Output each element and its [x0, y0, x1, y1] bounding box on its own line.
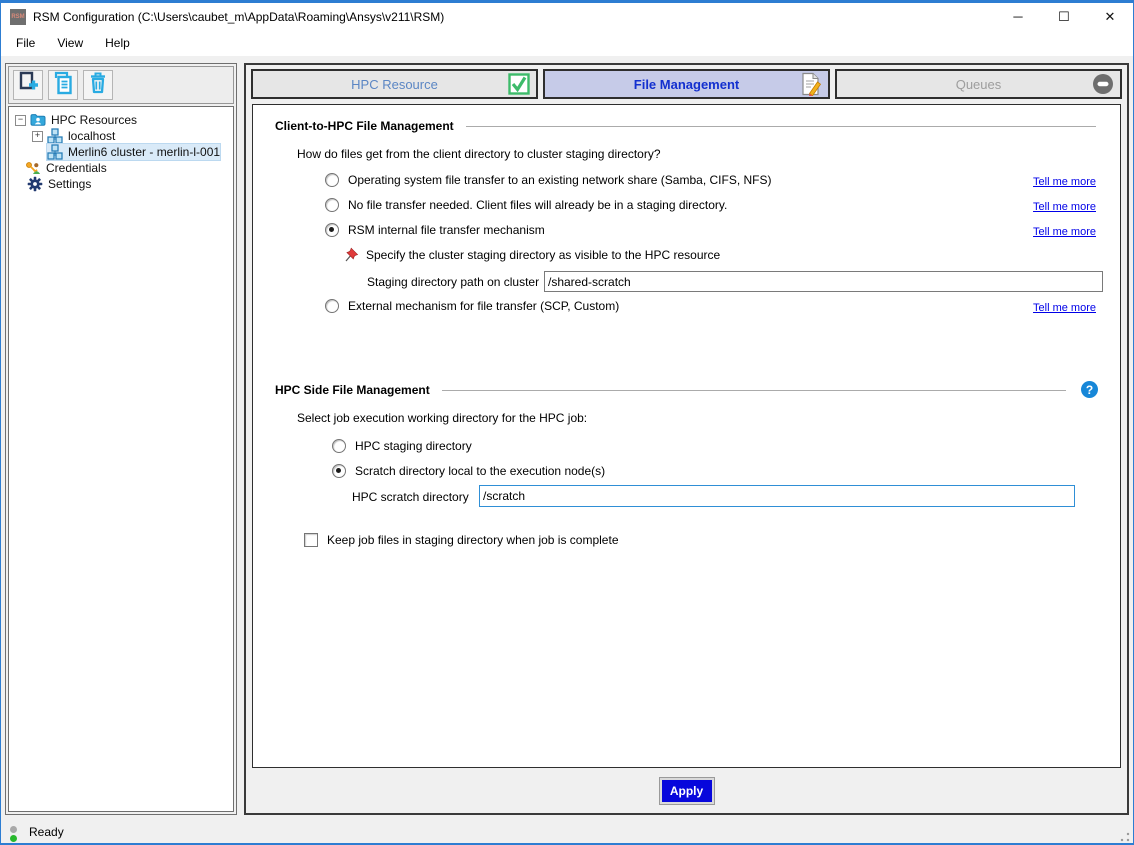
tree-item-credentials[interactable]: Credentials — [11, 160, 231, 176]
tell-me-more-link-2[interactable]: Tell me more — [1033, 201, 1096, 213]
radio-external-mechanism[interactable]: External mechanism for file transfer (SC… — [325, 299, 619, 313]
tree-item-merlin6-cluster[interactable]: Merlin6 cluster - merlin-l-001 — [11, 144, 231, 160]
menu-view[interactable]: View — [46, 32, 94, 54]
checkmark-icon — [508, 73, 530, 95]
radio-os-file-transfer[interactable]: Operating system file transfer to an exi… — [325, 173, 772, 187]
pin-note-text: Specify the cluster staging directory as… — [366, 248, 720, 262]
radio-label: Operating system file transfer to an exi… — [348, 173, 772, 187]
cluster-icon — [47, 144, 63, 160]
apply-button-frame: Apply — [659, 777, 715, 805]
tell-me-more-link-1[interactable]: Tell me more — [1033, 176, 1096, 188]
client-question: How do files get from the client directo… — [297, 147, 661, 161]
radio-label: RSM internal file transfer mechanism — [348, 223, 545, 237]
tree-toolbar — [8, 66, 234, 104]
hpc-question: Select job execution working directory f… — [297, 411, 587, 425]
collapse-expander-icon[interactable]: − — [15, 115, 26, 126]
window-controls: ─ ☐ ✕ — [995, 3, 1133, 30]
title-bar: RSM RSM Configuration (C:\Users\caubet_m… — [1, 3, 1133, 30]
copy-icon — [52, 71, 74, 100]
radio-label: External mechanism for file transfer (SC… — [348, 299, 619, 313]
scratch-directory-input[interactable] — [479, 485, 1075, 507]
tab-hpc-resource[interactable]: HPC Resource — [251, 69, 538, 99]
tab-label: File Management — [634, 77, 739, 92]
close-button[interactable]: ✕ — [1087, 3, 1133, 30]
tell-me-more-link-4[interactable]: Tell me more — [1033, 302, 1096, 314]
main-area: − HPC Resources + — [1, 59, 1133, 821]
radio-label: Scratch directory local to the execution… — [355, 464, 605, 478]
trash-icon — [87, 71, 109, 100]
status-text: Ready — [29, 825, 64, 839]
tree-item-label: Credentials — [46, 161, 107, 175]
tree-item-label: HPC Resources — [51, 113, 137, 127]
app-icon: RSM — [10, 9, 26, 25]
tree-item-label: Merlin6 cluster - merlin-l-001 — [68, 145, 220, 159]
menu-help[interactable]: Help — [94, 32, 141, 54]
minus-circle-icon — [1092, 73, 1114, 95]
staging-path-label: Staging directory path on cluster — [367, 275, 539, 289]
help-icon[interactable]: ? — [1081, 381, 1098, 398]
staging-path-input[interactable] — [544, 271, 1103, 292]
menu-file[interactable]: File — [5, 32, 46, 54]
resource-tree: − HPC Resources + — [8, 106, 234, 812]
heading-rule — [442, 390, 1066, 391]
pin-note-row: Specify the cluster staging directory as… — [345, 247, 720, 262]
tab-strip: HPC Resource File Management — [246, 65, 1127, 102]
tell-me-more-link-3[interactable]: Tell me more — [1033, 226, 1096, 238]
credentials-icon — [25, 160, 41, 176]
edit-document-icon — [800, 72, 822, 96]
tree-item-hpc-resources[interactable]: − HPC Resources — [11, 112, 231, 128]
radio-hpc-staging-directory[interactable]: HPC staging directory — [332, 439, 472, 453]
file-management-panel: Client-to-HPC File Management How do fil… — [252, 104, 1121, 768]
checkbox-icon[interactable] — [304, 533, 318, 547]
hpc-section-heading: HPC Side File Management — [275, 383, 1066, 397]
cluster-icon — [47, 128, 63, 144]
apply-strip: Apply — [246, 768, 1127, 813]
tree-item-localhost[interactable]: + localhost — [11, 128, 231, 144]
window-title: RSM Configuration (C:\Users\caubet_m\App… — [33, 10, 444, 24]
rsm-configuration-window: RSM RSM Configuration (C:\Users\caubet_m… — [0, 0, 1134, 845]
minimize-button[interactable]: ─ — [995, 3, 1041, 30]
apply-button[interactable]: Apply — [662, 780, 712, 802]
add-document-icon — [17, 71, 39, 100]
expand-expander-icon[interactable]: + — [32, 131, 43, 142]
keep-files-checkbox-row[interactable]: Keep job files in staging directory when… — [304, 533, 619, 547]
radio-icon[interactable] — [325, 173, 339, 187]
maximize-button[interactable]: ☐ — [1041, 3, 1087, 30]
checkbox-label: Keep job files in staging directory when… — [327, 533, 619, 547]
tree-item-label: Settings — [48, 177, 91, 191]
radio-rsm-internal-transfer[interactable]: RSM internal file transfer mechanism — [325, 223, 545, 237]
tab-label: HPC Resource — [351, 77, 438, 92]
copy-resource-button[interactable] — [48, 70, 78, 100]
delete-resource-button[interactable] — [83, 70, 113, 100]
tab-label: Queues — [956, 77, 1002, 92]
client-section-heading: Client-to-HPC File Management — [275, 119, 1096, 133]
radio-label: HPC staging directory — [355, 439, 472, 453]
tab-file-management[interactable]: File Management — [543, 69, 830, 99]
radio-label: No file transfer needed. Client files wi… — [348, 198, 727, 212]
left-panel: − HPC Resources + — [5, 63, 237, 815]
radio-icon[interactable] — [332, 439, 346, 453]
radio-icon[interactable] — [325, 198, 339, 212]
tab-queues[interactable]: Queues — [835, 69, 1122, 99]
status-light-icon — [10, 826, 17, 842]
scratch-directory-label: HPC scratch directory — [352, 490, 469, 504]
pushpin-icon — [345, 247, 359, 262]
menu-bar: File View Help — [1, 30, 1133, 56]
radio-icon-selected[interactable] — [332, 464, 346, 478]
radio-scratch-directory[interactable]: Scratch directory local to the execution… — [332, 464, 605, 478]
radio-icon-selected[interactable] — [325, 223, 339, 237]
add-resource-button[interactable] — [13, 70, 43, 100]
tree-item-settings[interactable]: Settings — [11, 176, 231, 192]
hpc-resources-folder-icon — [30, 112, 46, 128]
resize-grip[interactable] — [1119, 831, 1131, 843]
radio-no-file-transfer[interactable]: No file transfer needed. Client files wi… — [325, 198, 727, 212]
right-panel: HPC Resource File Management — [244, 63, 1129, 815]
settings-gear-icon — [27, 176, 43, 192]
heading-rule — [466, 126, 1096, 127]
status-bar: Ready — [1, 821, 1133, 843]
radio-icon[interactable] — [325, 299, 339, 313]
tree-item-label: localhost — [68, 129, 115, 143]
